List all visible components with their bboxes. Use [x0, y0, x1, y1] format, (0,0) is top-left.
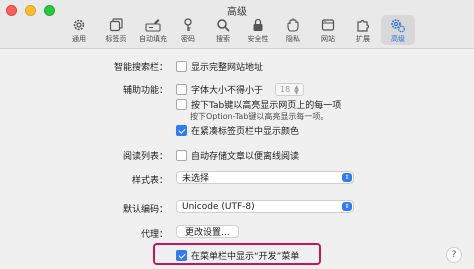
title-bar: 高级 通用 标签页 自动填充 密码 搜索 安全性 隐私 网站 扩展 高级	[0, 0, 474, 49]
autofill-icon	[144, 17, 162, 33]
style-sheet-label: 样式表：	[131, 176, 168, 186]
save-offline-option[interactable]: 自动存储文章以便离线阅读	[176, 149, 299, 162]
tab-label: 高级	[391, 35, 405, 43]
tab-search[interactable]: 搜索	[206, 15, 240, 45]
preferences-content: 智能搜索栏： 显示完整网站地址 辅助功能： 字体大小不得小于 18 ▲ ▼ 按下T…	[0, 49, 474, 269]
up-down-arrows-icon: ▲ ▼	[294, 83, 299, 96]
search-icon	[214, 17, 232, 33]
tab-extensions[interactable]: 扩展	[346, 15, 380, 45]
tab-highlight-text: 按下Tab键以高亮显示网页上的每一项	[191, 101, 342, 111]
min-font-checkbox[interactable]	[176, 84, 187, 95]
tab-label: 密码	[181, 35, 195, 43]
tab-websites[interactable]: 网站	[311, 15, 345, 45]
show-full-address-text: 显示完整网站地址	[191, 63, 264, 73]
tab-colors-checkbox[interactable]	[176, 125, 187, 136]
tab-highlight-option[interactable]: 按下Tab键以高亮显示网页上的每一项	[176, 98, 341, 111]
help-button[interactable]: ?	[446, 247, 462, 263]
gears-icon	[389, 17, 407, 33]
tab-highlight-note: 按下Option-Tab键以高亮显示每一项。	[190, 112, 329, 121]
proxies-label: 代理：	[140, 230, 168, 240]
min-font-option[interactable]: 字体大小不得小于 18 ▲ ▼	[176, 83, 304, 96]
show-develop-menu-option[interactable]: 在菜单栏中显示“开发”菜单	[176, 249, 299, 262]
tab-general[interactable]: 通用	[62, 15, 96, 45]
save-offline-text: 自动存储文章以便离线阅读	[191, 152, 300, 162]
show-develop-menu-checkbox[interactable]	[176, 250, 187, 261]
tab-label: 网站	[321, 35, 335, 43]
change-settings-button[interactable]: 更改设置...	[176, 225, 239, 238]
save-offline-checkbox[interactable]	[176, 150, 187, 161]
tab-colors-text: 在紧凑标签页栏中显示颜色	[191, 127, 300, 137]
encoding-value: Unicode (UTF-8)	[182, 201, 255, 212]
min-font-size-popup[interactable]: 18 ▲ ▼	[275, 83, 304, 96]
tab-label: 安全性	[247, 35, 269, 43]
show-full-address-option[interactable]: 显示完整网站地址	[176, 60, 263, 73]
reading-list-label: 阅读列表：	[122, 152, 168, 162]
tab-advanced[interactable]: 高级	[381, 15, 415, 45]
tab-label: 搜索	[216, 35, 230, 43]
tab-passwords[interactable]: 密码	[171, 15, 205, 45]
lock-icon	[249, 17, 267, 33]
style-sheet-select[interactable]: 未选择 ⇕	[176, 171, 354, 184]
tabs-icon	[107, 17, 125, 33]
min-font-text: 字体大小不得小于	[191, 86, 264, 96]
safari-advanced-preferences-window: 高级 通用 标签页 自动填充 密码 搜索 安全性 隐私 网站 扩展 高级 智能搜…	[0, 0, 474, 269]
accessibility-label: 辅助功能：	[122, 86, 168, 96]
show-develop-menu-text: 在菜单栏中显示“开发”菜单	[191, 252, 300, 262]
smart-search-label: 智能搜索栏：	[113, 63, 168, 73]
puzzle-icon	[354, 17, 372, 33]
tab-tabs[interactable]: 标签页	[99, 15, 133, 45]
tab-security[interactable]: 安全性	[241, 15, 275, 45]
tab-label: 标签页	[105, 35, 127, 43]
tab-label: 自动填充	[139, 35, 167, 43]
min-font-size-value: 18	[280, 85, 291, 94]
key-icon	[179, 17, 197, 33]
tab-colors-option[interactable]: 在紧凑标签页栏中显示颜色	[176, 124, 299, 137]
style-sheet-value: 未选择	[182, 174, 210, 184]
tab-label: 通用	[72, 35, 86, 43]
globe-icon	[319, 17, 337, 33]
preferences-toolbar: 通用 标签页 自动填充 密码 搜索 安全性 隐私 网站 扩展 高级	[0, 15, 474, 47]
tab-highlight-checkbox[interactable]	[176, 99, 187, 110]
encoding-select[interactable]: Unicode (UTF-8) ⇕	[176, 200, 354, 213]
tab-label: 隐私	[286, 35, 300, 43]
gear-icon	[70, 17, 88, 33]
tab-label: 扩展	[356, 35, 370, 43]
chevron-updown-icon: ⇕	[342, 173, 352, 182]
tab-privacy[interactable]: 隐私	[276, 15, 310, 45]
chevron-updown-icon: ⇕	[342, 202, 352, 211]
hand-icon	[284, 17, 302, 33]
encoding-label: 默认编码：	[122, 205, 168, 215]
show-full-address-checkbox[interactable]	[176, 61, 187, 72]
tab-autofill[interactable]: 自动填充	[136, 15, 170, 45]
